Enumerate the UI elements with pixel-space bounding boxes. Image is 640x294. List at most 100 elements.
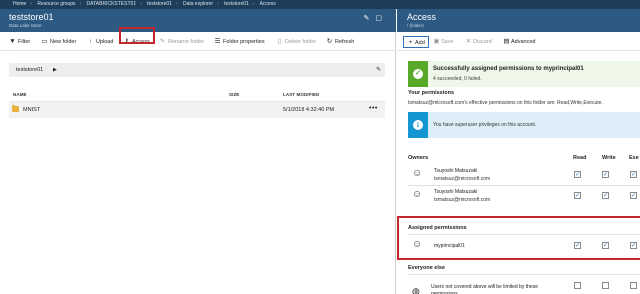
maximize-icon[interactable]: ▢ <box>375 15 388 22</box>
breadcrumb-access[interactable]: Access <box>260 1 276 7</box>
edit-path-icon[interactable]: ✎ <box>376 63 381 77</box>
owners-label: Owners <box>408 155 429 161</box>
folder-icon <box>12 104 19 112</box>
filter-label: Filter <box>18 39 31 45</box>
breadcrumb-separator: › <box>175 1 178 7</box>
plus-icon: + <box>408 39 413 46</box>
breadcrumb-data-explorer[interactable]: Data explorer <box>183 1 213 7</box>
row-name[interactable]: MNIST <box>23 102 40 118</box>
breadcrumb-separator: › <box>252 1 255 7</box>
more-options-icon[interactable]: ••• <box>369 102 378 116</box>
row-divider <box>408 274 640 275</box>
upload-button[interactable]: ↑ Upload <box>87 36 114 48</box>
pencil-icon: ✎ <box>159 38 166 45</box>
blade-subtitle: Data Lake Store <box>9 23 42 28</box>
explorer-toolbar: ▼ Filter ▭ New folder ↑ Upload ⚷ Access ✎ Ren… <box>0 32 396 51</box>
breadcrumb-separator: › <box>79 1 82 7</box>
table-row[interactable]: MNIST 5/1/2018 4:32:40 PM ••• <box>9 102 385 118</box>
add-button[interactable]: + Add <box>403 36 429 48</box>
read-checkbox[interactable]: ✓ <box>574 171 581 178</box>
access-title: Access <box>407 12 437 22</box>
breadcrumb-resource-groups[interactable]: Resource groups <box>37 1 75 7</box>
advanced-label: Advanced <box>511 39 536 45</box>
delete-folder-label: Delete folder <box>285 39 317 45</box>
save-icon: ▣ <box>433 38 440 45</box>
owner-name: Tsuyoshi Matsuzaki <box>434 168 478 174</box>
access-highlight <box>119 27 155 44</box>
delete-folder-button[interactable]: ▯ Delete folder <box>276 36 316 48</box>
breadcrumb-store[interactable]: teststore01 <box>147 1 172 7</box>
everyone-else-text: Users not covered above will be limited … <box>431 284 538 294</box>
breadcrumb-resource-group[interactable]: DATABRICKSTEST01 <box>87 1 137 7</box>
folder-properties-label: Folder properties <box>223 39 265 45</box>
path-bar[interactable]: teststore01 ▶ ✎ <box>9 63 385 77</box>
success-icon-panel: ✓ <box>408 61 428 87</box>
rename-folder-button[interactable]: ✎ Rename folder <box>159 36 204 48</box>
new-folder-button[interactable]: ▭ New folder <box>41 36 76 48</box>
discard-label: Discard <box>473 39 492 45</box>
close-icon: ✕ <box>465 38 472 45</box>
save-button[interactable]: ▣Save <box>433 36 454 48</box>
info-icon-panel: i <box>408 112 428 138</box>
execute-checkbox[interactable]: ✓ <box>630 282 637 289</box>
read-checkbox[interactable]: ✓ <box>574 192 581 199</box>
breadcrumb-separator: › <box>217 1 219 7</box>
row-last-modified: 5/1/2018 4:32:40 PM <box>283 107 335 113</box>
breadcrumb-separator: › <box>140 1 142 7</box>
success-notification: ✓ Successfully assigned permissions to m… <box>408 61 640 87</box>
discard-button[interactable]: ✕ Discard <box>465 36 492 48</box>
advanced-icon: ▤ <box>503 38 510 45</box>
blade-header: teststore01 Data Lake Store ✎▢ <box>0 9 396 32</box>
owner-email: tsmatsuz@microsoft.com <box>434 197 491 203</box>
trash-icon: ▯ <box>277 38 282 45</box>
your-permissions-heading: Your permissions <box>408 90 455 96</box>
column-read: Read <box>573 155 587 161</box>
assigned-permissions-highlight <box>397 216 640 260</box>
owner-email: tsmatsuz@microsoft.com <box>434 176 491 182</box>
data-explorer-blade: teststore01 Data Lake Store ✎▢ ▼ Filter ▭… <box>0 9 396 294</box>
refresh-button[interactable]: ↻ Refresh <box>326 36 355 48</box>
upload-label: Upload <box>96 39 114 45</box>
write-checkbox[interactable]: ✓ <box>602 192 609 199</box>
owner-row[interactable]: ☺ Tsuyoshi Matsuzaki tsmatsuz@microsoft.… <box>408 165 640 185</box>
caret-right-icon[interactable]: ▶ <box>53 63 57 77</box>
blade-header-controls: ✎▢ <box>364 14 389 22</box>
info-banner: i You have superuser privileges on this … <box>408 112 640 138</box>
owner-row[interactable]: ☺ Tsuyoshi Matsuzaki tsmatsuz@microsoft.… <box>408 186 640 206</box>
filter-button[interactable]: ▼ Filter <box>9 36 30 48</box>
column-header-last-modified[interactable]: LAST MODIFIED <box>283 92 319 97</box>
path-root[interactable]: teststore01 <box>16 67 43 73</box>
breadcrumb-home[interactable]: Home <box>13 1 26 7</box>
access-toolbar: + Add ▣Save ✕ Discard ▤Advanced <box>397 32 640 51</box>
column-header-name[interactable]: NAME <box>13 92 27 97</box>
column-header-size[interactable]: SIZE <box>229 92 239 97</box>
column-execute: Exe <box>629 155 639 161</box>
breadcrumb-folder[interactable]: teststore01 <box>224 1 249 7</box>
group-icon: ☺ <box>412 189 423 200</box>
success-text: 4 succeeded, 0 failed. <box>433 76 482 82</box>
rename-folder-label: Rename folder <box>168 39 205 45</box>
execute-checkbox[interactable]: ✓ <box>630 171 637 178</box>
save-label: Save <box>441 39 454 45</box>
folder-add-icon: ▭ <box>41 38 48 45</box>
access-subtitle: / (folder) <box>407 23 424 28</box>
success-title: Successfully assigned permissions to myp… <box>433 66 584 72</box>
read-checkbox[interactable]: ✓ <box>574 282 581 289</box>
filter-icon: ▼ <box>9 38 16 45</box>
advanced-button[interactable]: ▤Advanced <box>503 36 535 48</box>
owner-name: Tsuyoshi Matsuzaki <box>434 189 478 195</box>
refresh-icon: ↻ <box>326 38 333 45</box>
write-checkbox[interactable]: ✓ <box>602 282 609 289</box>
new-folder-label: New folder <box>50 39 77 45</box>
folder-properties-button[interactable]: ☰ Folder properties <box>214 36 265 48</box>
blade-title: teststore01 <box>9 12 54 22</box>
info-icon: i <box>413 120 423 130</box>
list-icon: ☰ <box>214 38 221 45</box>
everyone-else-label: Everyone else <box>408 265 445 271</box>
pin-icon[interactable]: ✎ <box>364 15 376 22</box>
write-checkbox[interactable]: ✓ <box>602 171 609 178</box>
breadcrumb-separator: › <box>30 1 33 7</box>
upload-icon: ↑ <box>88 38 93 45</box>
execute-checkbox[interactable]: ✓ <box>630 192 637 199</box>
breadcrumb: Home › Resource groups › DATABRICKSTEST01 ›… <box>0 0 640 9</box>
